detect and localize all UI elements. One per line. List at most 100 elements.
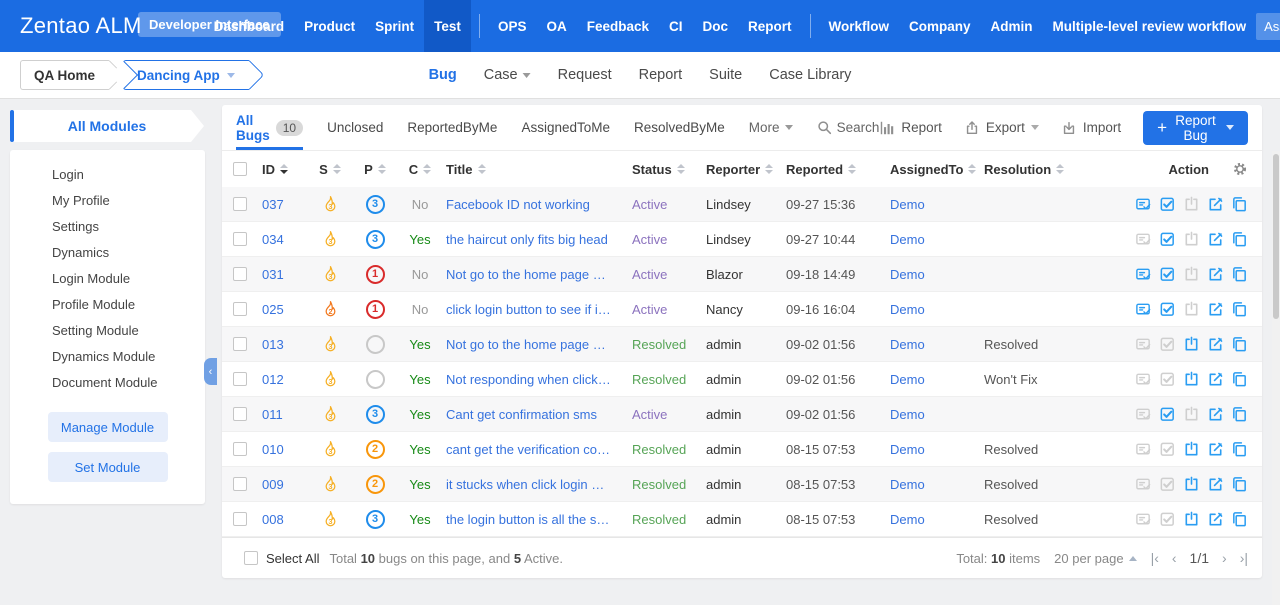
copy-bug-icon[interactable] (1231, 441, 1248, 458)
last-page-button[interactable]: ›| (1240, 550, 1248, 566)
column-header-resolution[interactable]: Resolution (980, 162, 1072, 177)
copy-bug-icon[interactable] (1231, 476, 1248, 493)
bug-title-link[interactable]: cant get the verification co… (446, 442, 610, 457)
nav-item-admin[interactable]: Admin (981, 0, 1043, 52)
select-all-label[interactable]: Select All (266, 551, 319, 566)
assignedto-link[interactable]: Demo (890, 442, 925, 457)
column-header-confirmed[interactable]: C (398, 162, 442, 177)
bug-title-link[interactable]: the login button is all the s… (446, 512, 609, 527)
bug-id-link[interactable]: 011 (262, 407, 283, 422)
assignedto-link[interactable]: Demo (890, 477, 925, 492)
bug-title-link[interactable]: Facebook ID not working (446, 197, 590, 212)
close-bug-icon[interactable] (1183, 441, 1200, 458)
row-checkbox[interactable] (233, 232, 247, 246)
bug-id-link[interactable]: 012 (262, 372, 284, 387)
sidebar-item-login[interactable]: Login (10, 162, 205, 188)
copy-bug-icon[interactable] (1231, 266, 1248, 283)
resolve-bug-icon[interactable] (1159, 406, 1176, 423)
edit-bug-icon[interactable] (1207, 476, 1224, 493)
row-checkbox[interactable] (233, 372, 247, 386)
sidebar-item-dynamics-module[interactable]: Dynamics Module (10, 344, 205, 370)
row-checkbox[interactable] (233, 512, 247, 526)
prev-page-button[interactable]: ‹ (1172, 550, 1177, 566)
assignedto-link[interactable]: Demo (890, 302, 925, 317)
bug-id-link[interactable]: 031 (262, 267, 284, 282)
scrollbar-thumb[interactable] (1273, 154, 1279, 319)
column-header-id[interactable]: ID (258, 162, 308, 177)
edit-bug-icon[interactable] (1207, 406, 1224, 423)
copy-bug-icon[interactable] (1231, 371, 1248, 388)
nav-item-report[interactable]: Report (738, 0, 802, 52)
nav-item-multiple-level-review-workflow[interactable]: Multiple-level review workflow (1043, 0, 1257, 52)
edit-bug-icon[interactable] (1207, 231, 1224, 248)
confirm-bug-icon[interactable] (1135, 301, 1152, 318)
bug-title-link[interactable]: Not go to the home page … (446, 337, 606, 352)
more-menu[interactable]: More (749, 105, 793, 150)
bug-id-link[interactable]: 013 (262, 337, 284, 352)
filter-tab-all-bugs[interactable]: All Bugs10 (236, 105, 303, 150)
sidebar-item-setting-module[interactable]: Setting Module (10, 318, 205, 344)
resolve-bug-icon[interactable] (1159, 266, 1176, 283)
confirm-bug-icon[interactable] (1135, 196, 1152, 213)
bug-title-link[interactable]: click login button to see if i… (446, 302, 611, 317)
nav-item-feedback[interactable]: Feedback (577, 0, 659, 52)
breadcrumb-product-switcher[interactable]: Dancing App (123, 60, 249, 90)
nav-item-oa[interactable]: OA (536, 0, 576, 52)
nav-item-ops[interactable]: OPS (488, 0, 537, 52)
bug-id-link[interactable]: 009 (262, 477, 284, 492)
column-header-status[interactable]: Status (628, 162, 702, 177)
copy-bug-icon[interactable] (1231, 336, 1248, 353)
bug-title-link[interactable]: Not responding when click… (446, 372, 611, 387)
column-header-assignedto[interactable]: AssignedTo (886, 162, 980, 177)
all-modules-header[interactable]: All Modules (10, 110, 204, 142)
assignedto-link[interactable]: Demo (890, 232, 925, 247)
close-bug-icon[interactable] (1183, 336, 1200, 353)
bug-title-link[interactable]: it stucks when click login … (446, 477, 604, 492)
edit-bug-icon[interactable] (1207, 196, 1224, 213)
sidebar-item-my-profile[interactable]: My Profile (10, 188, 205, 214)
export-button[interactable]: Export (964, 120, 1039, 136)
bug-id-link[interactable]: 010 (262, 442, 284, 457)
manage-module-button[interactable]: Manage Module (48, 412, 168, 442)
column-header-severity[interactable]: S (308, 162, 352, 177)
copy-bug-icon[interactable] (1231, 231, 1248, 248)
column-header-title[interactable]: Title (442, 162, 628, 177)
nav-item-company[interactable]: Company (899, 0, 981, 52)
subnav-tab-suite[interactable]: Suite (709, 67, 742, 83)
assignedto-link[interactable]: Demo (890, 267, 925, 282)
edit-bug-icon[interactable] (1207, 371, 1224, 388)
nav-item-test[interactable]: Test (424, 0, 471, 52)
nav-item-sprint[interactable]: Sprint (365, 0, 424, 52)
copy-bug-icon[interactable] (1231, 511, 1248, 528)
edit-bug-icon[interactable] (1207, 441, 1224, 458)
sidebar-item-document-module[interactable]: Document Module (10, 370, 205, 396)
bug-id-link[interactable]: 025 (262, 302, 284, 317)
column-header-priority[interactable]: P (352, 162, 398, 177)
copy-bug-icon[interactable] (1231, 301, 1248, 318)
edit-bug-icon[interactable] (1207, 511, 1224, 528)
edit-bug-icon[interactable] (1207, 301, 1224, 318)
bug-title-link[interactable]: the haircut only fits big head (446, 232, 608, 247)
first-page-button[interactable]: |‹ (1151, 550, 1159, 566)
global-search-input[interactable] (1256, 13, 1280, 40)
row-checkbox[interactable] (233, 407, 247, 421)
row-checkbox[interactable] (233, 267, 247, 281)
close-bug-icon[interactable] (1183, 476, 1200, 493)
row-checkbox[interactable] (233, 477, 247, 491)
filter-tab-reportedbyme[interactable]: ReportedByMe (407, 105, 497, 150)
row-checkbox[interactable] (233, 337, 247, 351)
edit-bug-icon[interactable] (1207, 336, 1224, 353)
resolve-bug-icon[interactable] (1159, 301, 1176, 318)
assignedto-link[interactable]: Demo (890, 407, 925, 422)
row-checkbox[interactable] (233, 442, 247, 456)
bug-id-link[interactable]: 034 (262, 232, 284, 247)
nav-item-workflow[interactable]: Workflow (819, 0, 900, 52)
copy-bug-icon[interactable] (1231, 196, 1248, 213)
nav-item-ci[interactable]: CI (659, 0, 693, 52)
search-toggle[interactable]: Search (817, 105, 880, 150)
column-header-reporter[interactable]: Reporter (702, 162, 782, 177)
bug-title-link[interactable]: Cant get confirmation sms (446, 407, 597, 422)
close-bug-icon[interactable] (1183, 371, 1200, 388)
select-all-checkbox-header[interactable] (233, 162, 247, 176)
edit-bug-icon[interactable] (1207, 266, 1224, 283)
